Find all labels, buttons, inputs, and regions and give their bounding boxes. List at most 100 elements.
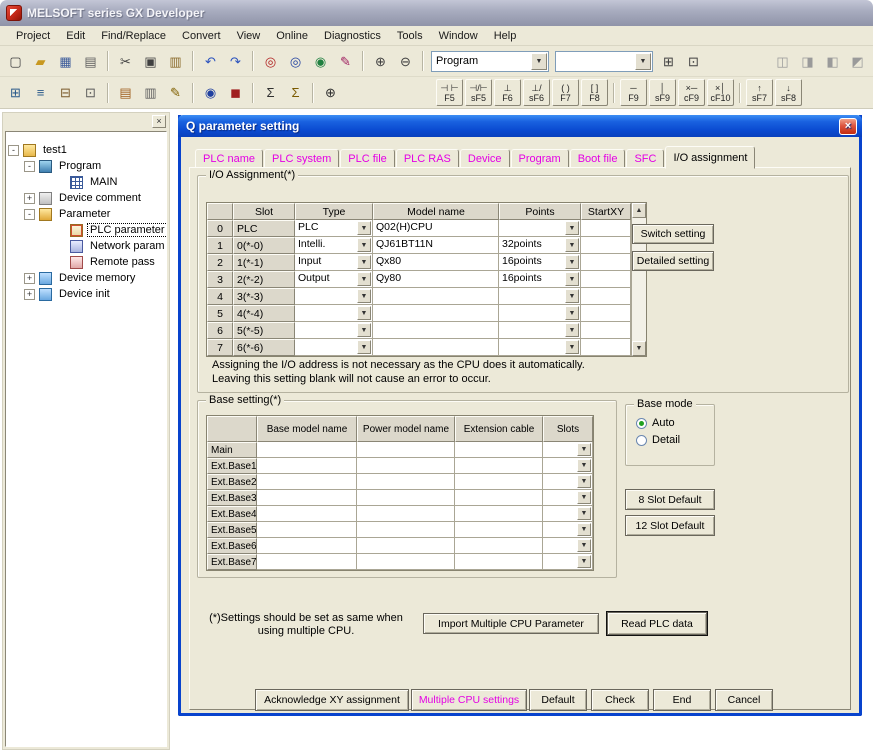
tree-expander[interactable]: - [24, 161, 35, 172]
io-model-cell[interactable] [373, 288, 499, 305]
base-mode-auto-radio[interactable]: Auto [636, 417, 714, 429]
open-project-icon[interactable]: ▰ [29, 50, 52, 72]
io-model-cell[interactable]: Qy80 [373, 271, 499, 288]
switch-setting-button[interactable]: Switch setting [632, 224, 714, 244]
io-points-cell[interactable]: 32points [499, 237, 581, 254]
power-model-cell[interactable] [357, 458, 455, 474]
io-model-cell[interactable]: Qx80 [373, 254, 499, 271]
read-plc-data-button[interactable]: Read PLC data [607, 612, 707, 635]
ladder-fkey-button[interactable]: [ ]F8 [581, 79, 608, 106]
parameter-tab[interactable]: PLC RAS [396, 149, 459, 168]
scroll-up-icon[interactable]: ▲ [632, 203, 646, 218]
chevron-down-icon[interactable] [357, 272, 371, 286]
extension-cable-cell[interactable] [455, 474, 543, 490]
base-model-cell[interactable] [257, 506, 357, 522]
parameter-tab[interactable]: PLC file [340, 149, 395, 168]
close-icon[interactable]: × [839, 118, 857, 135]
program-selector-combo[interactable]: Program [431, 51, 549, 72]
chevron-down-icon[interactable] [565, 255, 579, 269]
io-type-cell[interactable]: Intelli. [295, 237, 373, 254]
find-device-icon[interactable]: ◎ [259, 50, 282, 72]
tree-item[interactable]: + Device init [6, 286, 166, 302]
tree-item[interactable]: - Parameter [6, 206, 166, 222]
detailed-setting-button[interactable]: Detailed setting [632, 251, 714, 271]
base-model-cell[interactable] [257, 458, 357, 474]
tree-item[interactable]: + Device comment [6, 190, 166, 206]
ladder-fkey-button[interactable]: ↑sF7 [746, 79, 773, 106]
slots-cell[interactable] [543, 506, 593, 522]
chevron-down-icon[interactable] [635, 53, 651, 70]
ladder-fkey-button[interactable]: ⊣ ⊢F5 [436, 79, 463, 106]
parameter-tab[interactable]: Program [511, 149, 569, 168]
chevron-down-icon[interactable] [565, 323, 579, 337]
power-model-cell[interactable] [357, 506, 455, 522]
menu-item[interactable]: Convert [174, 28, 229, 44]
tree-expander[interactable]: + [24, 193, 35, 204]
default-button[interactable]: Default [529, 689, 587, 711]
io-type-cell[interactable] [295, 305, 373, 322]
parameter-tab[interactable]: PLC system [264, 149, 339, 168]
io-startxy-cell[interactable] [581, 339, 631, 356]
device-total-icon[interactable]: Σ [259, 82, 282, 104]
close-icon[interactable]: × [152, 115, 166, 128]
new-project-icon[interactable]: ▢ [4, 50, 27, 72]
chevron-down-icon[interactable] [577, 539, 591, 552]
chevron-down-icon[interactable] [565, 238, 579, 252]
zoom-in-icon[interactable]: ⊕ [369, 50, 392, 72]
io-points-cell[interactable] [499, 288, 581, 305]
slots-cell[interactable] [543, 538, 593, 554]
tree-item[interactable]: + Device memory [6, 270, 166, 286]
tree-item[interactable]: PLC parameter [6, 222, 166, 238]
chevron-down-icon[interactable] [577, 555, 591, 568]
chevron-down-icon[interactable] [357, 323, 371, 337]
ladder-fkey-button[interactable]: ×│cF10 [707, 79, 734, 106]
io-model-cell[interactable] [373, 322, 499, 339]
extension-cable-cell[interactable] [455, 442, 543, 458]
base-model-cell[interactable] [257, 554, 357, 570]
base-model-cell[interactable] [257, 442, 357, 458]
chevron-down-icon[interactable] [357, 340, 371, 354]
io-type-cell[interactable]: PLC [295, 220, 373, 237]
ladder-symbol-icon[interactable]: ⊞ [4, 82, 27, 104]
ladder-fkey-button[interactable]: ⊣/⊢sF5 [465, 79, 492, 106]
io-type-cell[interactable] [295, 322, 373, 339]
slots-cell[interactable] [543, 474, 593, 490]
io-type-cell[interactable]: Output [295, 271, 373, 288]
io-model-cell[interactable] [373, 339, 499, 356]
monitor-stop-icon[interactable]: ◼ [224, 82, 247, 104]
multiple-cpu-settings-button[interactable]: Multiple CPU settings [411, 689, 527, 711]
chevron-down-icon[interactable] [577, 443, 591, 456]
sfc-view-icon[interactable]: ⊟ [54, 82, 77, 104]
chevron-down-icon[interactable] [577, 475, 591, 488]
tree-item[interactable]: Network param [6, 238, 166, 254]
tree-expander[interactable]: - [24, 209, 35, 220]
power-model-cell[interactable] [357, 442, 455, 458]
base-model-cell[interactable] [257, 474, 357, 490]
io-type-cell[interactable]: Input [295, 254, 373, 271]
power-model-cell[interactable] [357, 538, 455, 554]
save-project-icon[interactable]: ▦ [54, 50, 77, 72]
io-startxy-cell[interactable] [581, 237, 631, 254]
zoom-out-icon[interactable]: ⊖ [394, 50, 417, 72]
import-multiple-cpu-parameter-button[interactable]: Import Multiple CPU Parameter [423, 613, 599, 634]
extension-cable-cell[interactable] [455, 490, 543, 506]
chevron-down-icon[interactable] [577, 523, 591, 536]
chevron-down-icon[interactable] [357, 221, 371, 235]
power-model-cell[interactable] [357, 522, 455, 538]
io-points-cell[interactable]: 16points [499, 271, 581, 288]
ladder-fkey-button[interactable]: ( )F7 [552, 79, 579, 106]
chevron-down-icon[interactable] [565, 272, 579, 286]
end-button[interactable]: End [653, 689, 711, 711]
find-coil-icon[interactable]: ◨ [796, 50, 819, 72]
tree-item[interactable]: - Program [6, 158, 166, 174]
tree-expander[interactable]: + [24, 289, 35, 300]
io-type-cell[interactable] [295, 288, 373, 305]
slots-cell[interactable] [543, 490, 593, 506]
redo-icon[interactable]: ↷ [224, 50, 247, 72]
cancel-button[interactable]: Cancel [715, 689, 773, 711]
base-mode-detail-radio[interactable]: Detail [636, 434, 714, 446]
ladder-fkey-button[interactable]: ⊥F6 [494, 79, 521, 106]
base-model-cell[interactable] [257, 538, 357, 554]
parameter-tab[interactable]: Boot file [570, 149, 626, 168]
cut-icon[interactable]: ✂ [114, 50, 137, 72]
